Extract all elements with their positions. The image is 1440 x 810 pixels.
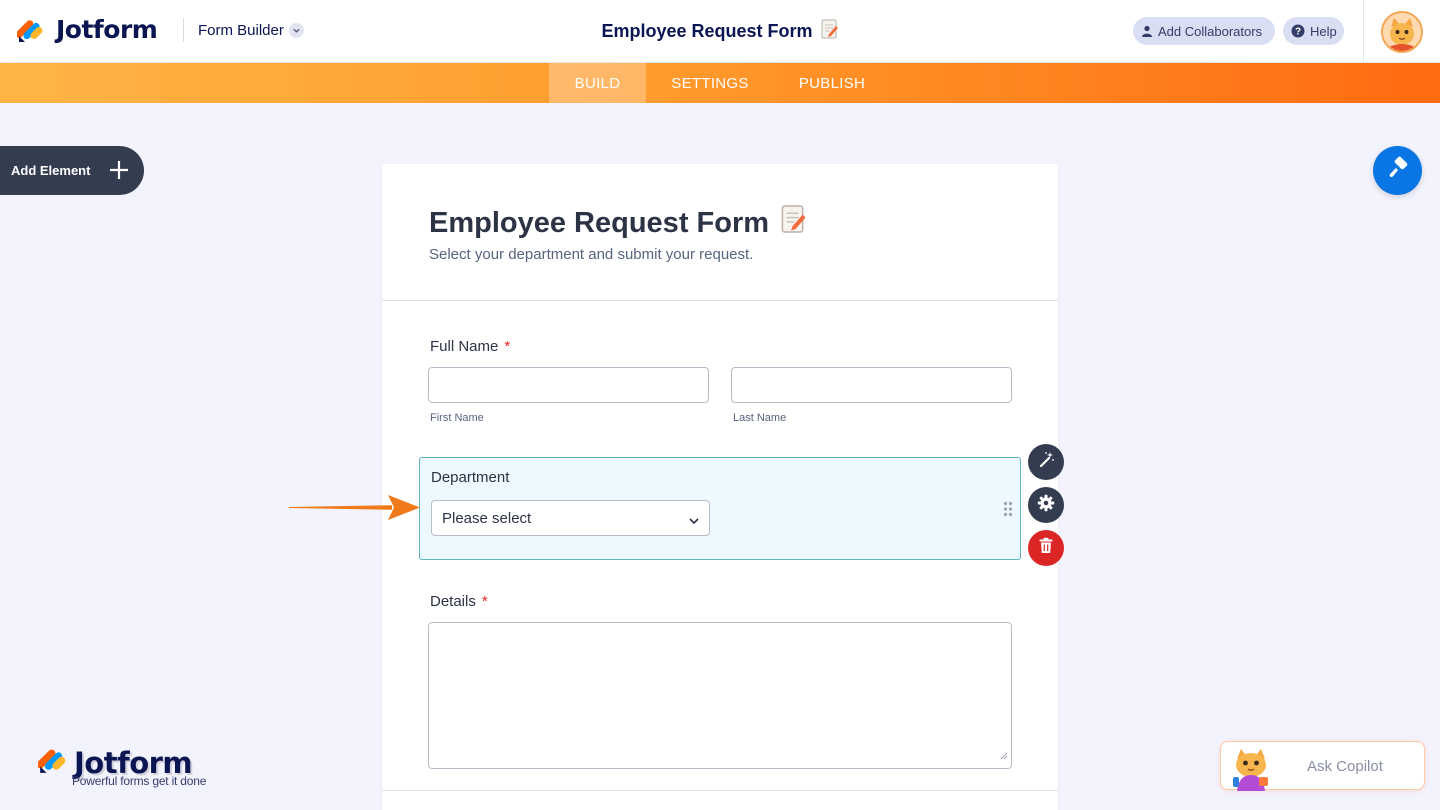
top-header: Jotform Form Builder Employee Request Fo…: [0, 0, 1440, 63]
drag-handle-icon[interactable]: [1003, 501, 1013, 522]
required-mark: *: [481, 593, 488, 610]
chevron-down-icon: [688, 513, 700, 530]
full-name-label-text: Full Name: [430, 338, 499, 355]
required-mark: *: [504, 338, 511, 355]
department-field-selected[interactable]: Department Please select: [419, 457, 1021, 560]
gear-icon: [1037, 494, 1055, 517]
add-collaborators-button[interactable]: Add Collaborators: [1133, 17, 1275, 45]
header-form-title-text: Employee Request Form: [601, 21, 813, 41]
form-title-text: Employee Request Form: [429, 206, 770, 239]
watermark-tagline: Powerful forms get it done: [72, 774, 207, 788]
form-subtitle[interactable]: Select your department and submit your r…: [429, 246, 753, 263]
memo-icon: [781, 204, 807, 242]
tab-settings[interactable]: SETTINGS: [646, 63, 774, 103]
add-element-button[interactable]: Add Element: [0, 146, 144, 195]
last-name-sublabel: Last Name: [733, 412, 787, 424]
header-separator: [1363, 0, 1364, 63]
help-button[interactable]: ? Help: [1283, 17, 1344, 45]
add-element-label: Add Element: [11, 163, 91, 178]
trash-icon: [1038, 537, 1054, 559]
ask-copilot-button[interactable]: Ask Copilot: [1220, 741, 1425, 791]
magic-wand-icon: [1037, 451, 1055, 474]
tab-publish[interactable]: PUBLISH: [774, 63, 890, 103]
field-magic-button[interactable]: [1028, 444, 1064, 480]
first-name-sublabel: First Name: [430, 412, 484, 424]
form-canvas: Employee Request Form Select your depart…: [382, 164, 1058, 810]
field-delete-button[interactable]: [1028, 530, 1064, 566]
first-name-input[interactable]: [428, 367, 709, 403]
full-name-label[interactable]: Full Name *: [430, 338, 510, 355]
field-settings-button[interactable]: [1028, 487, 1064, 523]
memo-icon: [821, 19, 839, 44]
help-icon: ?: [1291, 24, 1305, 38]
add-collaborators-label: Add Collaborators: [1158, 23, 1263, 39]
annotation-arrow-icon: [288, 494, 422, 527]
resize-grip-icon[interactable]: [1000, 747, 1008, 765]
paint-roller-icon: [1386, 156, 1410, 185]
plus-icon: [108, 159, 130, 181]
details-label-text: Details: [430, 593, 476, 610]
department-label[interactable]: Department: [431, 469, 509, 486]
user-avatar[interactable]: [1381, 11, 1423, 53]
department-select[interactable]: Please select: [431, 500, 710, 536]
copilot-cat-avatar: [1229, 747, 1277, 791]
jotform-watermark: Jotform Powerful forms get it done: [36, 744, 206, 788]
details-label[interactable]: Details *: [430, 593, 488, 610]
form-designer-button[interactable]: [1373, 146, 1422, 195]
form-title[interactable]: Employee Request Form: [429, 204, 807, 242]
svg-text:?: ?: [1295, 27, 1301, 38]
jotform-logo-icon: [36, 744, 68, 781]
last-name-input[interactable]: [731, 367, 1012, 403]
department-select-value: Please select: [442, 509, 532, 527]
ask-copilot-label: Ask Copilot: [1307, 758, 1383, 775]
form-header-block[interactable]: Employee Request Form Select your depart…: [382, 164, 1058, 301]
builder-nav: BUILD SETTINGS PUBLISH: [0, 63, 1440, 103]
details-textarea[interactable]: [428, 622, 1012, 769]
user-icon: [1141, 25, 1153, 37]
tab-build[interactable]: BUILD: [549, 63, 646, 103]
help-label: Help: [1310, 23, 1337, 39]
section-divider: [382, 790, 1058, 791]
